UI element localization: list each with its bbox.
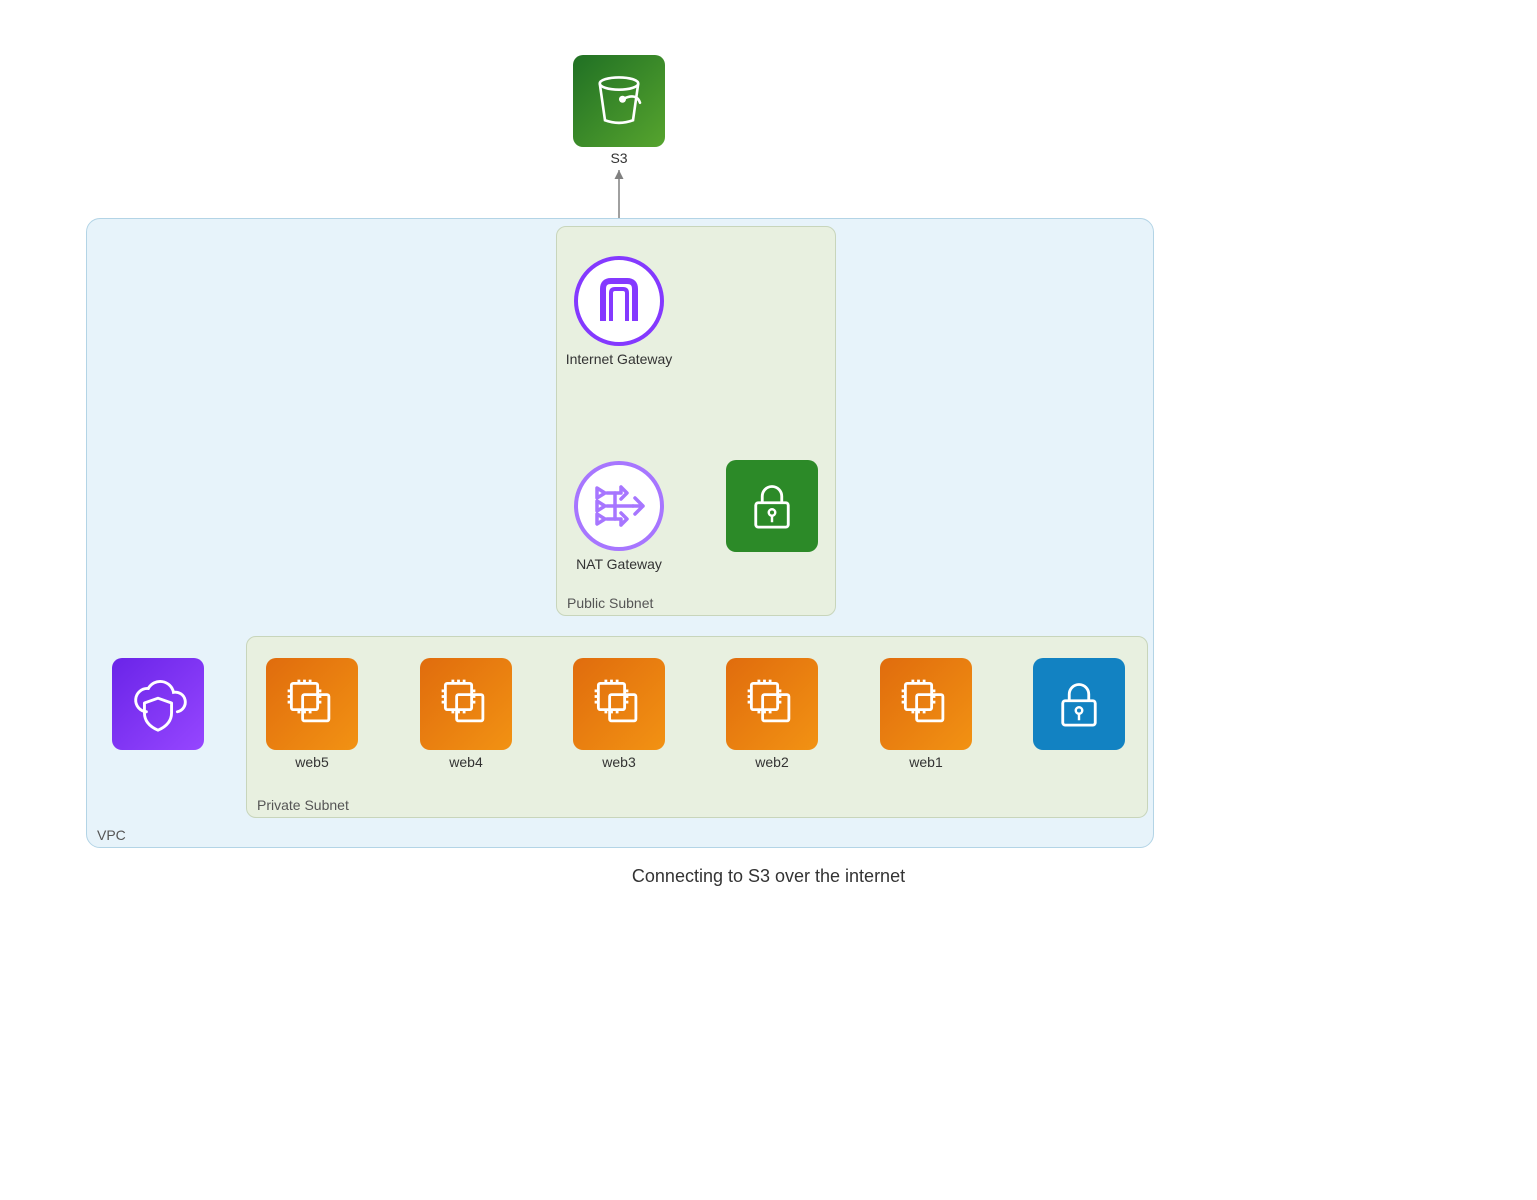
private-subnet-security-group-node [1033,658,1125,750]
lock-icon [746,480,798,532]
private-subnet-group: Private Subnet [246,636,1148,818]
diagram-canvas: VPC Public Subnet Private Subnet S3 Inte… [0,0,1537,1200]
ec2-web2-node [726,658,818,750]
nat-gateway-node [573,460,665,552]
lock-icon [1053,678,1105,730]
internet-gateway-node [573,255,665,347]
s3-node [573,55,665,147]
ec2-instance-icon [896,674,956,734]
vpc-label: VPC [97,827,126,843]
nat-gateway-icon [573,460,665,552]
private-subnet-label: Private Subnet [257,797,349,813]
internet-gateway-icon [573,255,665,347]
ec2-instance-icon [742,674,802,734]
ec2-instance-icon [282,674,342,734]
public-subnet-security-group-node [726,460,818,552]
ec2-web5-node [266,658,358,750]
cloud-shield-icon [127,673,189,735]
ec2-instance-icon [589,674,649,734]
ec2-web1-label: web1 [880,754,972,770]
diagram-caption: Connecting to S3 over the internet [0,866,1537,887]
ec2-web4-label: web4 [420,754,512,770]
ec2-instance-icon [436,674,496,734]
public-subnet-label: Public Subnet [567,595,653,611]
ec2-web4-node [420,658,512,750]
internet-gateway-label: Internet Gateway [543,351,695,367]
s3-label: S3 [573,150,665,166]
s3-bucket-icon [591,73,647,129]
ec2-web2-label: web2 [726,754,818,770]
ec2-web5-label: web5 [266,754,358,770]
ec2-web3-node [573,658,665,750]
nat-gateway-label: NAT Gateway [558,556,680,572]
ec2-web1-node [880,658,972,750]
vpn-node [112,658,204,750]
ec2-web3-label: web3 [573,754,665,770]
